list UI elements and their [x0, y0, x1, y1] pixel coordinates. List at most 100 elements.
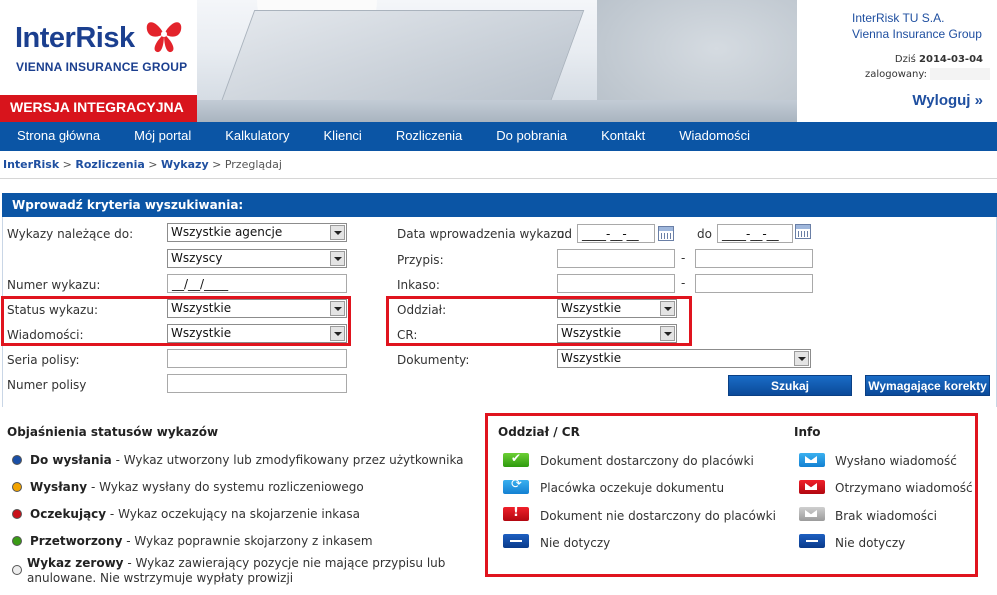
today-value: 2014-03-04 — [919, 54, 983, 65]
owner-agency-select[interactable]: Wszystkie agencje — [167, 223, 347, 242]
envelope-grey-icon — [799, 507, 825, 521]
status-legend-item: Oczekujący - Wykaz oczekujący na skojarz… — [12, 507, 360, 521]
status-legend-item: Do wysłania - Wykaz utworzony lub zmodyf… — [12, 453, 464, 467]
branch-legend-label: Placówka oczekuje dokumentu — [540, 481, 725, 495]
branch-legend-label: Dokument dostarczony do placówki — [540, 454, 754, 468]
status-name: Do wysłania — [30, 453, 112, 467]
hero-laptop — [219, 10, 585, 105]
breadcrumb-interrisk[interactable]: InterRisk — [3, 158, 59, 171]
breadcrumb-lists[interactable]: Wykazy — [161, 158, 209, 171]
status-name: Wysłany — [30, 480, 88, 494]
info-legend-label: Otrzymano wiadomość — [835, 481, 973, 495]
header-hero-image — [197, 0, 797, 122]
logout-label: Wyloguj — [912, 92, 971, 109]
company-line-2: Vienna Insurance Group — [852, 27, 982, 41]
status-dot-green-icon — [12, 536, 22, 546]
range-dash: - — [681, 251, 686, 265]
premium-from-input[interactable] — [557, 249, 675, 268]
dropdown-arrow-icon — [794, 351, 809, 366]
sync-blue-icon — [503, 477, 529, 494]
search-button[interactable]: Szukaj — [728, 375, 852, 396]
date-to-label: do — [697, 227, 712, 241]
collection-to-input[interactable] — [695, 274, 813, 293]
date-label: Data wprowadzenia wykazu: — [397, 227, 569, 241]
status-desc: - Wykaz wysłany do systemu rozliczeniowe… — [87, 480, 364, 494]
info-legend-label: Nie dotyczy — [835, 536, 906, 550]
policy-series-label: Seria polisy: — [7, 353, 80, 367]
dropdown-arrow-icon — [330, 225, 345, 240]
logged-user-name — [930, 68, 991, 80]
calendar-icon[interactable] — [658, 226, 674, 241]
highlight-box-status — [1, 296, 351, 346]
nav-item-my-portal[interactable]: Mój portal — [117, 122, 208, 151]
nav-item-clients[interactable]: Klienci — [307, 122, 379, 151]
check-green-icon — [503, 451, 529, 467]
range-dash: - — [681, 276, 686, 290]
logged-label: zalogowany: — [865, 69, 927, 80]
company-name: InterRisk TU S.A. Vienna Insurance Group — [852, 10, 982, 42]
interrisk-logo[interactable]: InterRisk VIENNA INSURANCE GROUP — [0, 0, 197, 95]
status-dot-blue-icon — [12, 455, 22, 465]
logo-text: InterRisk — [15, 22, 135, 54]
main-nav: Strona główna Mój portal Kalkulatory Kli… — [0, 122, 997, 151]
breadcrumb-separator: > — [212, 158, 222, 171]
branch-legend-label: Nie dotyczy — [540, 536, 611, 550]
calendar-icon[interactable] — [795, 224, 811, 239]
breadcrumb: InterRisk > Rozliczenia > Wykazy > Przeg… — [3, 158, 282, 171]
company-line-1: InterRisk TU S.A. — [852, 11, 945, 25]
highlight-box-branch — [386, 296, 692, 346]
status-name: Oczekujący — [30, 507, 107, 521]
today-label: Dziś — [894, 54, 916, 65]
documents-label: Dokumenty: — [397, 353, 470, 367]
minus-navy-icon — [503, 534, 529, 548]
owner-label: Wykazy należące do: — [7, 227, 134, 241]
policy-series-input[interactable] — [167, 349, 347, 368]
branch-legend-title: Oddział / CR — [498, 425, 580, 439]
divider — [0, 178, 997, 179]
breadcrumb-separator: > — [62, 158, 72, 171]
today-date: Dziś 2014-03-04 — [895, 54, 983, 65]
butterfly-logo-icon — [146, 22, 182, 53]
logout-link[interactable]: Wyloguj » — [912, 92, 983, 109]
list-number-label: Numer wykazu: — [7, 278, 101, 292]
status-legend-item: Przetworzony - Wykaz poprawnie skojarzon… — [12, 534, 373, 548]
owner-user-select[interactable]: Wszyscy — [167, 249, 347, 268]
date-to-input[interactable]: ____-__-__ — [717, 224, 793, 243]
status-desc: - Wykaz oczekujący na skojarzenie inkasa — [106, 507, 361, 521]
hero-desk — [197, 100, 797, 122]
collection-from-input[interactable] — [557, 274, 675, 293]
premium-label: Przypis: — [397, 253, 444, 267]
nav-item-contact[interactable]: Kontakt — [584, 122, 662, 151]
envelope-blue-icon — [799, 453, 825, 467]
branch-legend-label: Dokument nie dostarczony do placówki — [540, 509, 776, 523]
logged-user: zalogowany: — [865, 68, 991, 80]
dropdown-arrow-icon — [330, 251, 345, 266]
envelope-red-icon — [799, 480, 825, 494]
documents-select[interactable]: Wszystkie — [557, 349, 811, 368]
nav-item-downloads[interactable]: Do pobrania — [479, 122, 584, 151]
nav-item-settlements[interactable]: Rozliczenia — [379, 122, 479, 151]
header: InterRisk VIENNA INSURANCE GROUP WERSJA … — [0, 0, 997, 122]
info-legend-label: Brak wiadomości — [835, 509, 937, 523]
policy-number-input[interactable] — [167, 374, 347, 393]
status-legend-title: Objaśnienia statusów wykazów — [7, 425, 219, 439]
logo-subtitle: VIENNA INSURANCE GROUP — [16, 60, 188, 74]
list-number-input[interactable]: __/__/____ — [167, 274, 347, 293]
status-dot-orange-icon — [12, 482, 22, 492]
status-legend-item: Wykaz zerowy - Wykaz zawierający pozycje… — [12, 556, 482, 586]
nav-item-messages[interactable]: Wiadomości — [662, 122, 767, 151]
version-banner: WERSJA INTEGRACYJNA — [0, 95, 197, 122]
nav-item-calculators[interactable]: Kalkulatory — [208, 122, 306, 151]
breadcrumb-settlements[interactable]: Rozliczenia — [75, 158, 144, 171]
breadcrumb-current: Przeglądaj — [224, 158, 282, 171]
minus-navy-icon — [799, 534, 825, 548]
date-from-input[interactable]: ____-__-__ — [577, 224, 655, 243]
status-name: Wykaz zerowy — [27, 556, 124, 570]
status-name: Przetworzony — [30, 534, 123, 548]
corrections-button[interactable]: Wymagające korekty — [865, 375, 990, 396]
header-user-area: InterRisk TU S.A. Vienna Insurance Group… — [797, 0, 997, 122]
policy-number-label: Numer polisy — [7, 378, 87, 392]
nav-item-home[interactable]: Strona główna — [0, 122, 117, 151]
status-desc: - Wykaz poprawnie skojarzony z inkasem — [122, 534, 373, 548]
premium-to-input[interactable] — [695, 249, 813, 268]
